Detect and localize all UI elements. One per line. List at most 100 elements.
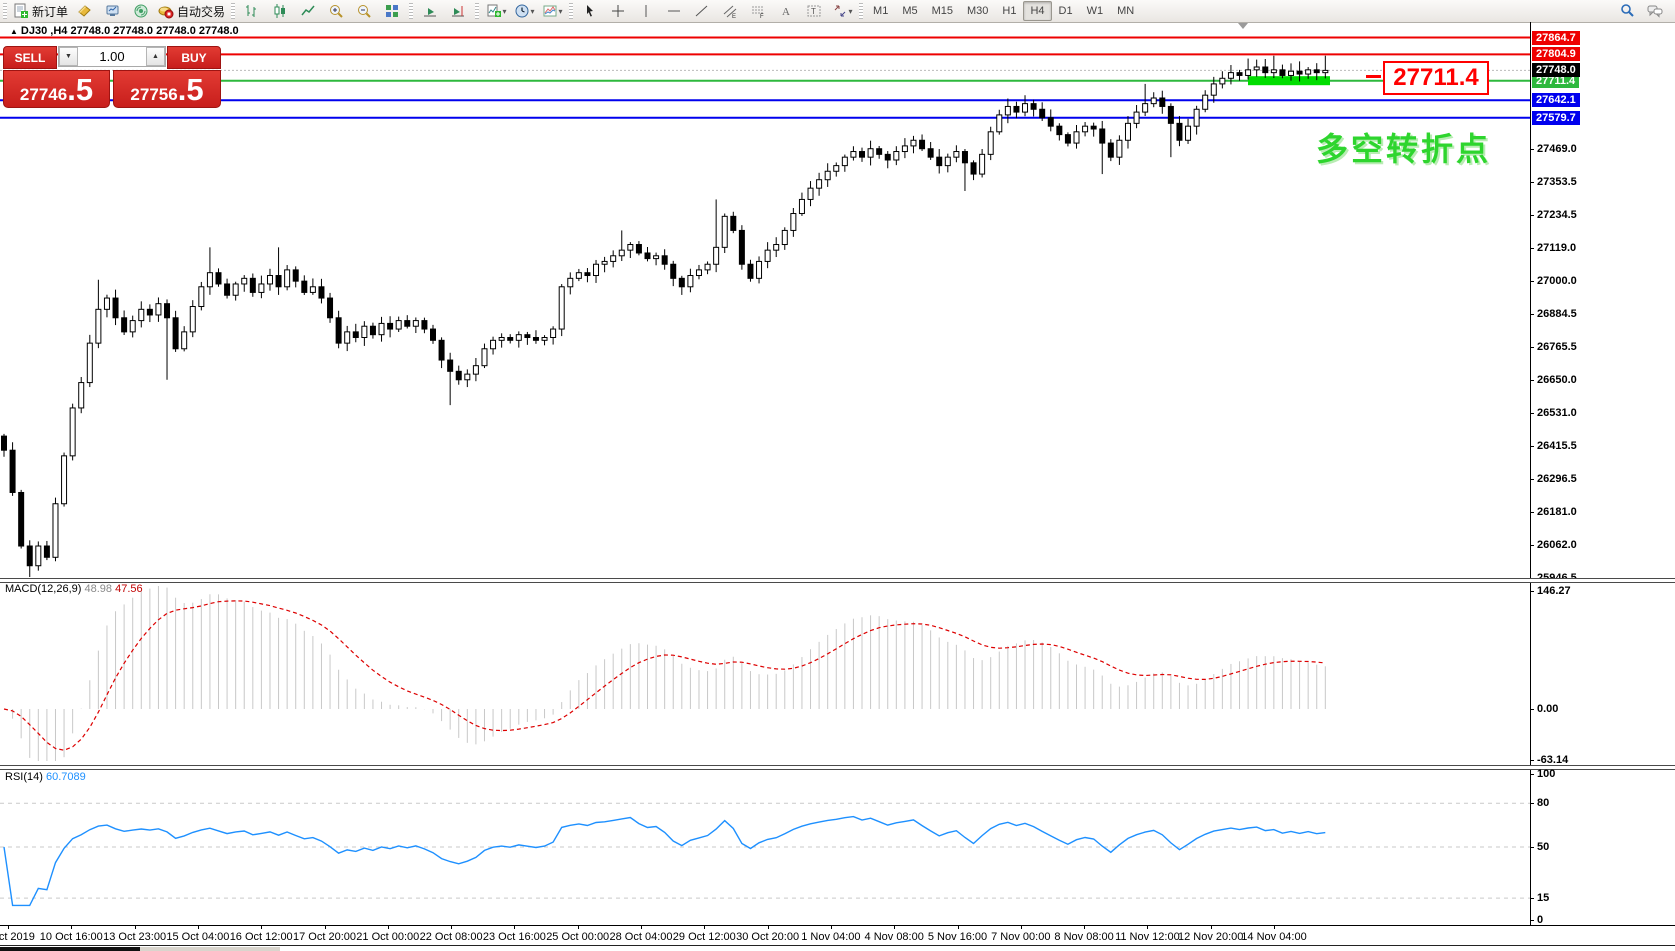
- bar-chart-button[interactable]: [238, 0, 266, 22]
- dropdown-arrow-icon[interactable]: ▾: [531, 7, 535, 16]
- time-axis-tick-mark: [957, 926, 959, 929]
- price-axis-tick[interactable]: 26884.5: [1537, 308, 1577, 320]
- text-button[interactable]: A: [772, 0, 800, 22]
- dropdown-arrow-icon[interactable]: ▾: [849, 7, 853, 16]
- time-axis-tick-mark: [261, 926, 263, 929]
- timeframe-m30-button[interactable]: M30: [960, 1, 995, 21]
- price-axis-tick[interactable]: 27469.0: [1537, 143, 1577, 155]
- chat-button[interactable]: [1641, 0, 1669, 22]
- cursor-button[interactable]: [576, 0, 604, 22]
- rsi-axis-tick[interactable]: 100: [1537, 768, 1555, 780]
- macd-axis-tick[interactable]: 0.00: [1537, 703, 1558, 715]
- market-watch-button[interactable]: [71, 0, 99, 22]
- macd-axis-tick-mark: [1530, 591, 1534, 592]
- search-icon: [1619, 3, 1635, 19]
- arrows-icon: [832, 3, 848, 19]
- price-axis-tick[interactable]: 26296.5: [1537, 473, 1577, 485]
- price-axis-tick[interactable]: 27000.0: [1537, 275, 1577, 287]
- search-button[interactable]: [1613, 0, 1641, 22]
- rsi-axis-tick[interactable]: 15: [1537, 892, 1549, 904]
- price-axis-tick[interactable]: 27353.5: [1537, 176, 1577, 188]
- volume-increase-button[interactable]: ▲: [146, 47, 165, 66]
- rsi-axis-tick[interactable]: 0: [1537, 914, 1543, 926]
- buy-price-button[interactable]: 27756.5: [113, 70, 221, 108]
- time-axis-label: 13 Oct 23:00: [103, 931, 167, 943]
- rsi-axis-tick[interactable]: 80: [1537, 797, 1549, 809]
- zoom-in-button[interactable]: [322, 0, 350, 22]
- auto-scroll-button[interactable]: [416, 0, 444, 22]
- data-window-button[interactable]: [99, 0, 127, 22]
- time-axis[interactable]: 9 Oct 2019 10 Oct 16:0013 Oct 23:0015 Oct…: [0, 925, 1675, 946]
- timeframe-h4-button[interactable]: H4: [1023, 1, 1052, 21]
- sell-button[interactable]: SELL: [3, 46, 57, 69]
- chat-icon: [1647, 3, 1663, 19]
- time-axis-tick-mark: [641, 926, 642, 929]
- time-axis-label: 7 Nov 00:00: [991, 931, 1051, 943]
- level-price-chip: 27642.1: [1532, 93, 1580, 108]
- timeframe-d1-button[interactable]: D1: [1052, 1, 1080, 21]
- volume-decrease-button[interactable]: ▼: [59, 47, 78, 66]
- fibonacci-icon: F: [750, 3, 766, 19]
- price-axis-tick[interactable]: 27234.5: [1537, 209, 1577, 221]
- price-axis-tick-mark: [1530, 511, 1534, 513]
- time-axis-label: 1 Nov 04:00: [801, 931, 861, 943]
- macd-axis-tick[interactable]: 146.27: [1537, 585, 1571, 597]
- rsi-plot[interactable]: [0, 768, 1530, 925]
- horizontal-line-button[interactable]: [660, 0, 688, 22]
- macd-plot[interactable]: [0, 581, 1530, 765]
- level-price-chip: 27864.7: [1532, 30, 1580, 45]
- timeframe-mn-button[interactable]: MN: [1110, 1, 1141, 21]
- line-chart-button[interactable]: [294, 0, 322, 22]
- price-axis-tick[interactable]: 26531.0: [1537, 407, 1577, 419]
- main-chart-plot[interactable]: [0, 22, 1530, 578]
- trendline-icon: [694, 3, 710, 19]
- new-order-button[interactable]: 新订单: [10, 0, 71, 22]
- candlestick-chart-button[interactable]: [266, 0, 294, 22]
- arrows-button[interactable]: ▾: [828, 0, 856, 22]
- periods-icon: [514, 3, 530, 19]
- trendline-button[interactable]: [688, 0, 716, 22]
- price-axis-tick[interactable]: 26415.5: [1537, 440, 1577, 452]
- periods-button[interactable]: ▾: [510, 0, 538, 22]
- price-axis-tick[interactable]: 26765.5: [1537, 341, 1577, 353]
- turning-point-annotation[interactable]: 多空转折点: [1316, 124, 1491, 170]
- zoom-out-button[interactable]: [350, 0, 378, 22]
- time-axis-label: 10 Oct 16:00: [39, 931, 103, 943]
- chart-shift-button[interactable]: [444, 0, 472, 22]
- timeframe-m5-button[interactable]: M5: [895, 1, 924, 21]
- svg-text:A: A: [782, 6, 790, 18]
- timeframe-m1-button[interactable]: M1: [866, 1, 895, 21]
- auto-trading-button[interactable]: 自动交易: [155, 0, 228, 22]
- text-icon: A: [778, 3, 794, 19]
- time-axis-tick-mark: [704, 926, 706, 929]
- chart-shift-marker-icon[interactable]: [1238, 23, 1248, 29]
- volume-input[interactable]: 1.00: [78, 47, 146, 66]
- text-label-button[interactable]: T: [800, 0, 828, 22]
- indicators-button[interactable]: ▾: [482, 0, 510, 22]
- sell-price-button[interactable]: 27746.5: [3, 70, 110, 108]
- vertical-line-button[interactable]: [632, 0, 660, 22]
- time-axis-tick-mark: [830, 926, 832, 929]
- buy-button[interactable]: BUY: [167, 46, 221, 69]
- timeframe-m15-button[interactable]: M15: [925, 1, 960, 21]
- price-axis-tick[interactable]: 26181.0: [1537, 506, 1577, 518]
- rsi-axis-tick[interactable]: 50: [1537, 841, 1549, 853]
- equidistant-channel-button[interactable]: E: [716, 0, 744, 22]
- svg-text:E: E: [732, 14, 736, 19]
- dropdown-arrow-icon[interactable]: ▾: [559, 7, 563, 16]
- price-axis-tick[interactable]: 27119.0: [1537, 242, 1576, 254]
- market-watch-icon: [77, 3, 93, 19]
- price-axis-tick[interactable]: 26650.0: [1537, 374, 1577, 386]
- crosshair-button[interactable]: [604, 0, 632, 22]
- price-axis-tick-mark: [1530, 149, 1534, 150]
- timeframe-w1-button[interactable]: W1: [1080, 1, 1111, 21]
- price-axis-tick[interactable]: 26062.0: [1537, 539, 1577, 551]
- tile-windows-button[interactable]: [378, 0, 406, 22]
- dropdown-arrow-icon[interactable]: ▾: [503, 7, 507, 16]
- signals-button[interactable]: [127, 0, 155, 22]
- price-callout-label[interactable]: 27711.4: [1383, 61, 1489, 95]
- templates-button[interactable]: ▾: [538, 0, 566, 22]
- time-axis-tick-mark: [514, 926, 516, 929]
- fibonacci-button[interactable]: F: [744, 0, 772, 22]
- timeframe-h1-button[interactable]: H1: [995, 1, 1023, 21]
